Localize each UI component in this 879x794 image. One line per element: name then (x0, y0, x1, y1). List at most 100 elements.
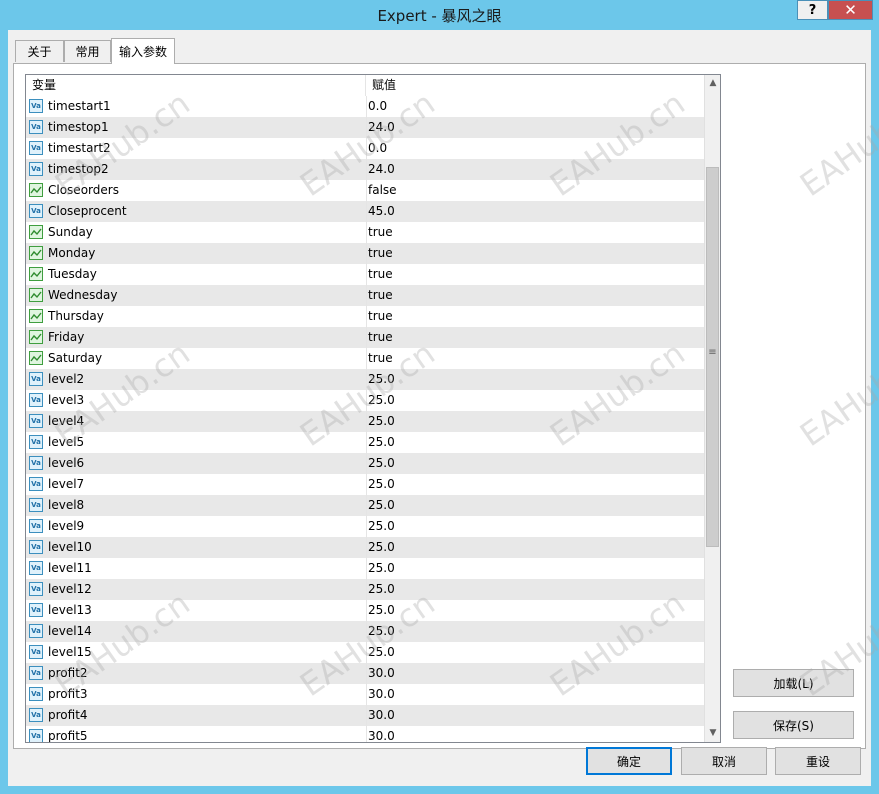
parameter-value[interactable]: 25.0 (368, 390, 395, 411)
scroll-up-icon[interactable]: ▲ (705, 75, 720, 92)
parameter-row[interactable]: Tuesday true (26, 264, 704, 285)
tab-common[interactable]: 常用 (64, 40, 111, 62)
parameter-row[interactable]: Va level12 25.0 (26, 579, 704, 600)
parameter-value[interactable]: true (368, 264, 393, 285)
column-header-value[interactable]: 赋值 (366, 75, 704, 96)
parameter-row[interactable]: Va profit2 30.0 (26, 663, 704, 684)
parameter-row[interactable]: Monday true (26, 243, 704, 264)
parameter-name: Sunday (48, 225, 93, 239)
value-icon: Va (29, 645, 43, 659)
title-bar[interactable]: Expert - 暴风之眼 ? ✕ (0, 0, 879, 30)
parameter-value[interactable]: 25.0 (368, 579, 395, 600)
parameter-value[interactable]: 25.0 (368, 432, 395, 453)
parameter-value[interactable]: true (368, 327, 393, 348)
help-button[interactable]: ? (797, 0, 828, 20)
parameter-row[interactable]: Va Closeprocent 45.0 (26, 201, 704, 222)
value-icon: Va (29, 477, 43, 491)
parameter-row[interactable]: Va timestart1 0.0 (26, 96, 704, 117)
cancel-button[interactable]: 取消 (681, 747, 767, 775)
parameter-row[interactable]: Sunday true (26, 222, 704, 243)
parameter-value[interactable]: 30.0 (368, 726, 395, 742)
value-icon: Va (29, 561, 43, 575)
parameter-row[interactable]: Friday true (26, 327, 704, 348)
parameter-row[interactable]: Va level11 25.0 (26, 558, 704, 579)
bool-icon (29, 183, 43, 197)
value-icon: Va (29, 519, 43, 533)
parameter-row[interactable]: Va level13 25.0 (26, 600, 704, 621)
parameter-row[interactable]: Va level7 25.0 (26, 474, 704, 495)
parameter-value[interactable]: 24.0 (368, 117, 395, 138)
parameter-row[interactable]: Va level8 25.0 (26, 495, 704, 516)
parameter-name: timestart2 (48, 141, 111, 155)
value-icon: Va (29, 729, 43, 742)
tab-about[interactable]: 关于 (15, 40, 64, 62)
value-icon: Va (29, 582, 43, 596)
parameter-value[interactable]: 25.0 (368, 516, 395, 537)
parameter-name: level5 (48, 435, 85, 449)
parameter-value[interactable]: true (368, 348, 393, 369)
parameter-value[interactable]: 0.0 (368, 96, 387, 117)
ok-button[interactable]: 确定 (586, 747, 672, 775)
parameter-name: level8 (48, 498, 85, 512)
parameter-row[interactable]: Va profit5 30.0 (26, 726, 704, 743)
parameter-value[interactable]: 25.0 (368, 642, 395, 663)
value-icon: Va (29, 393, 43, 407)
vertical-scrollbar[interactable]: ▲ ≡ ▼ (704, 75, 720, 742)
parameter-value[interactable]: true (368, 285, 393, 306)
parameter-name: Tuesday (48, 267, 97, 281)
parameter-name: level3 (48, 393, 85, 407)
parameter-value[interactable]: true (368, 243, 393, 264)
parameter-row[interactable]: Va profit4 30.0 (26, 705, 704, 726)
parameter-value[interactable]: 25.0 (368, 369, 395, 390)
parameter-row[interactable]: Va profit3 30.0 (26, 684, 704, 705)
parameter-row[interactable]: Va timestop2 24.0 (26, 159, 704, 180)
parameter-name: level11 (48, 561, 92, 575)
parameter-row[interactable]: Va level15 25.0 (26, 642, 704, 663)
parameter-value[interactable]: 25.0 (368, 495, 395, 516)
parameter-row[interactable]: Va timestop1 24.0 (26, 117, 704, 138)
parameter-name: profit5 (48, 729, 88, 743)
parameter-row[interactable]: Va level4 25.0 (26, 411, 704, 432)
parameter-row[interactable]: Va level2 25.0 (26, 369, 704, 390)
parameter-row[interactable]: Va level6 25.0 (26, 453, 704, 474)
parameter-value[interactable]: 45.0 (368, 201, 395, 222)
parameter-value[interactable]: 25.0 (368, 600, 395, 621)
parameter-row[interactable]: Wednesday true (26, 285, 704, 306)
parameter-row[interactable]: Va timestart2 0.0 (26, 138, 704, 159)
parameter-value[interactable]: 30.0 (368, 684, 395, 705)
value-icon: Va (29, 624, 43, 638)
parameter-row[interactable]: Closeorders false (26, 180, 704, 201)
column-header-variable[interactable]: 变量 (26, 75, 366, 96)
parameter-value[interactable]: 25.0 (368, 453, 395, 474)
parameter-value[interactable]: 0.0 (368, 138, 387, 159)
parameter-row[interactable]: Va level14 25.0 (26, 621, 704, 642)
bool-icon (29, 267, 43, 281)
load-button[interactable]: 加载(L) (733, 669, 854, 697)
close-button[interactable]: ✕ (828, 0, 873, 20)
parameter-value[interactable]: 30.0 (368, 663, 395, 684)
scroll-thumb[interactable]: ≡ (706, 167, 719, 547)
parameter-value[interactable]: 30.0 (368, 705, 395, 726)
parameter-value[interactable]: true (368, 222, 393, 243)
parameter-row[interactable]: Va level9 25.0 (26, 516, 704, 537)
reset-button[interactable]: 重设 (775, 747, 861, 775)
parameter-value[interactable]: 25.0 (368, 621, 395, 642)
value-icon: Va (29, 456, 43, 470)
parameter-value[interactable]: 24.0 (368, 159, 395, 180)
parameter-value[interactable]: 25.0 (368, 537, 395, 558)
save-button[interactable]: 保存(S) (733, 711, 854, 739)
parameter-value[interactable]: 25.0 (368, 474, 395, 495)
parameter-row[interactable]: Saturday true (26, 348, 704, 369)
value-icon: Va (29, 666, 43, 680)
parameter-row[interactable]: Va level5 25.0 (26, 432, 704, 453)
parameter-name: timestop2 (48, 162, 109, 176)
parameter-value[interactable]: 25.0 (368, 411, 395, 432)
parameter-row[interactable]: Thursday true (26, 306, 704, 327)
scroll-down-icon[interactable]: ▼ (705, 725, 720, 742)
parameter-row[interactable]: Va level10 25.0 (26, 537, 704, 558)
parameter-value[interactable]: false (368, 180, 397, 201)
tab-input-parameters[interactable]: 输入参数 (111, 38, 175, 64)
parameter-value[interactable]: 25.0 (368, 558, 395, 579)
parameter-row[interactable]: Va level3 25.0 (26, 390, 704, 411)
parameter-value[interactable]: true (368, 306, 393, 327)
